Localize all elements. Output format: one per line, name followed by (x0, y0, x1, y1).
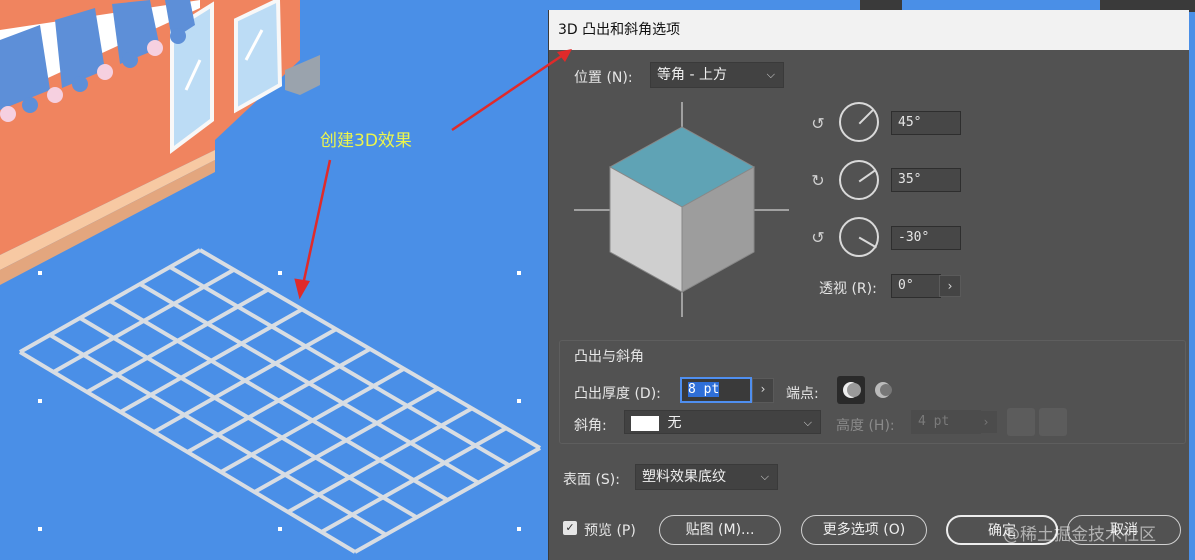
position-value: 等角 - 上方 (657, 67, 727, 83)
map-button[interactable]: 贴图 (M)... (659, 515, 781, 545)
perspective-slider-button[interactable]: › (939, 275, 961, 297)
rotate-x-field[interactable]: 45° (891, 111, 961, 135)
extrude-bevel-dialog: 3D 凸出和斜角选项 位置 (N): 等角 - 上方 ⌵ ↺ 45° ↻ 35°… (548, 10, 1189, 560)
window-right (234, 0, 283, 114)
rotate-z-field[interactable]: -30° (891, 226, 961, 250)
watermark: @稀土掘金技术社区 (1003, 525, 1156, 545)
chevron-down-icon: ⌵ (760, 470, 769, 483)
preview-label: 预览 (P) (584, 523, 636, 539)
artboard-canvas[interactable]: 创建3D效果 (0, 0, 548, 560)
bevel-dropdown[interactable]: 无 ⌵ (624, 410, 821, 434)
extrude-depth-slider-button[interactable]: › (752, 378, 774, 403)
cap-off-button[interactable] (869, 376, 897, 404)
preview-checkbox[interactable]: ✓ (563, 521, 577, 535)
position-dropdown[interactable]: 等角 - 上方 ⌵ (650, 62, 784, 88)
bevel-out-button[interactable] (1007, 408, 1035, 436)
rotate-y-dial[interactable] (839, 160, 879, 200)
rotate-z-icon: ↺ (811, 228, 825, 247)
height-slider-button[interactable]: › (975, 411, 997, 433)
position-label: 位置 (N): (574, 70, 633, 86)
surface-label: 表面 (S): (563, 472, 620, 488)
rotate-x-dial[interactable] (839, 102, 879, 142)
chevron-down-icon: ⌵ (766, 68, 775, 81)
bevel-label: 斜角: (574, 418, 607, 434)
rotate-y-field[interactable]: 35° (891, 168, 961, 192)
extrude-section-title: 凸出与斜角 (574, 349, 644, 365)
height-label: 高度 (H): (836, 418, 895, 434)
height-field[interactable]: 4 pt (911, 410, 981, 434)
surface-dropdown[interactable]: 塑料效果底纹 ⌵ (635, 464, 778, 490)
perspective-label: 透视 (R): (819, 281, 877, 297)
more-options-button[interactable]: 更多选项 (O) (801, 515, 927, 545)
surface-value: 塑料效果底纹 (642, 469, 726, 485)
rotate-y-icon: ↻ (811, 171, 825, 190)
cube-preview[interactable] (574, 102, 794, 322)
bevel-swatch (631, 415, 659, 431)
rotate-z-dial[interactable] (839, 217, 879, 257)
annotation-arrows (294, 159, 332, 300)
cap-on-button[interactable] (837, 376, 865, 404)
bevel-in-button[interactable] (1039, 408, 1067, 436)
isometric-grid (18, 248, 542, 554)
extrude-depth-label: 凸出厚度 (D): (574, 386, 661, 402)
dialog-title: 3D 凸出和斜角选项 (549, 10, 1189, 50)
extrude-depth-value: 8 pt (688, 382, 720, 397)
cap-label: 端点: (786, 386, 819, 402)
annotation-label: 创建3D效果 (320, 131, 412, 151)
chevron-down-icon: ⌵ (803, 416, 812, 429)
perspective-field[interactable]: 0° (891, 274, 941, 298)
rotate-x-icon: ↺ (811, 114, 825, 133)
extrude-depth-field[interactable]: 8 pt (680, 377, 752, 403)
artwork-illustration (0, 0, 542, 554)
bevel-value: 无 (667, 415, 682, 431)
